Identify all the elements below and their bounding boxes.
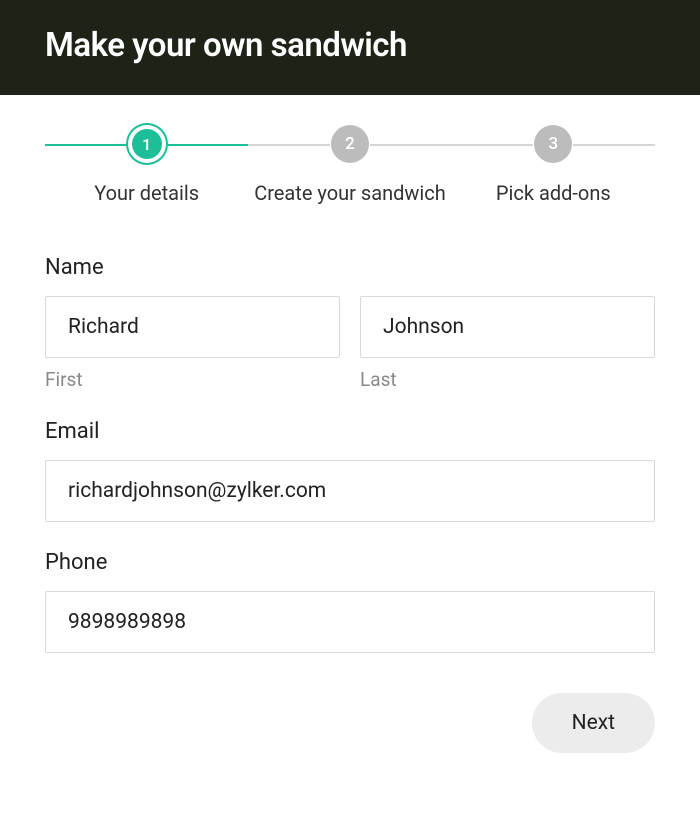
step-line [370, 144, 452, 146]
step-line [167, 144, 249, 146]
step-circle: 1 [132, 129, 162, 159]
next-button[interactable]: Next [532, 693, 655, 753]
page-title: Make your own sandwich [45, 26, 655, 65]
stepper: 1 Your details 2 Create your sandwich 3 … [45, 125, 655, 205]
email-label: Email [45, 419, 655, 444]
step-number: 2 [345, 134, 355, 154]
step-circle: 2 [331, 125, 369, 163]
phone-section: Phone [45, 550, 655, 653]
email-input[interactable] [45, 460, 655, 522]
step-label: Create your sandwich [254, 181, 446, 205]
step-line [45, 144, 127, 146]
step-label: Pick add-ons [496, 181, 611, 205]
step-create-sandwich[interactable]: 2 Create your sandwich [248, 125, 451, 205]
step-label: Your details [94, 181, 199, 205]
name-label: Name [45, 255, 655, 280]
step-line [248, 144, 330, 146]
step-line [452, 144, 534, 146]
step-line [573, 144, 655, 146]
step-number: 1 [142, 135, 151, 154]
step-pick-addons[interactable]: 3 Pick add-ons [452, 125, 655, 205]
step-circle: 3 [534, 125, 572, 163]
last-name-sublabel: Last [360, 368, 655, 391]
step-your-details[interactable]: 1 Your details [45, 125, 248, 205]
name-section: Name First Last [45, 255, 655, 391]
phone-label: Phone [45, 550, 655, 575]
form-footer: Next [45, 693, 655, 753]
page-header: Make your own sandwich [0, 0, 700, 95]
first-name-input[interactable] [45, 296, 340, 358]
phone-input[interactable] [45, 591, 655, 653]
last-name-input[interactable] [360, 296, 655, 358]
first-name-sublabel: First [45, 368, 340, 391]
email-section: Email [45, 419, 655, 522]
form-content: 1 Your details 2 Create your sandwich 3 … [0, 95, 700, 753]
step-number: 3 [548, 134, 558, 154]
